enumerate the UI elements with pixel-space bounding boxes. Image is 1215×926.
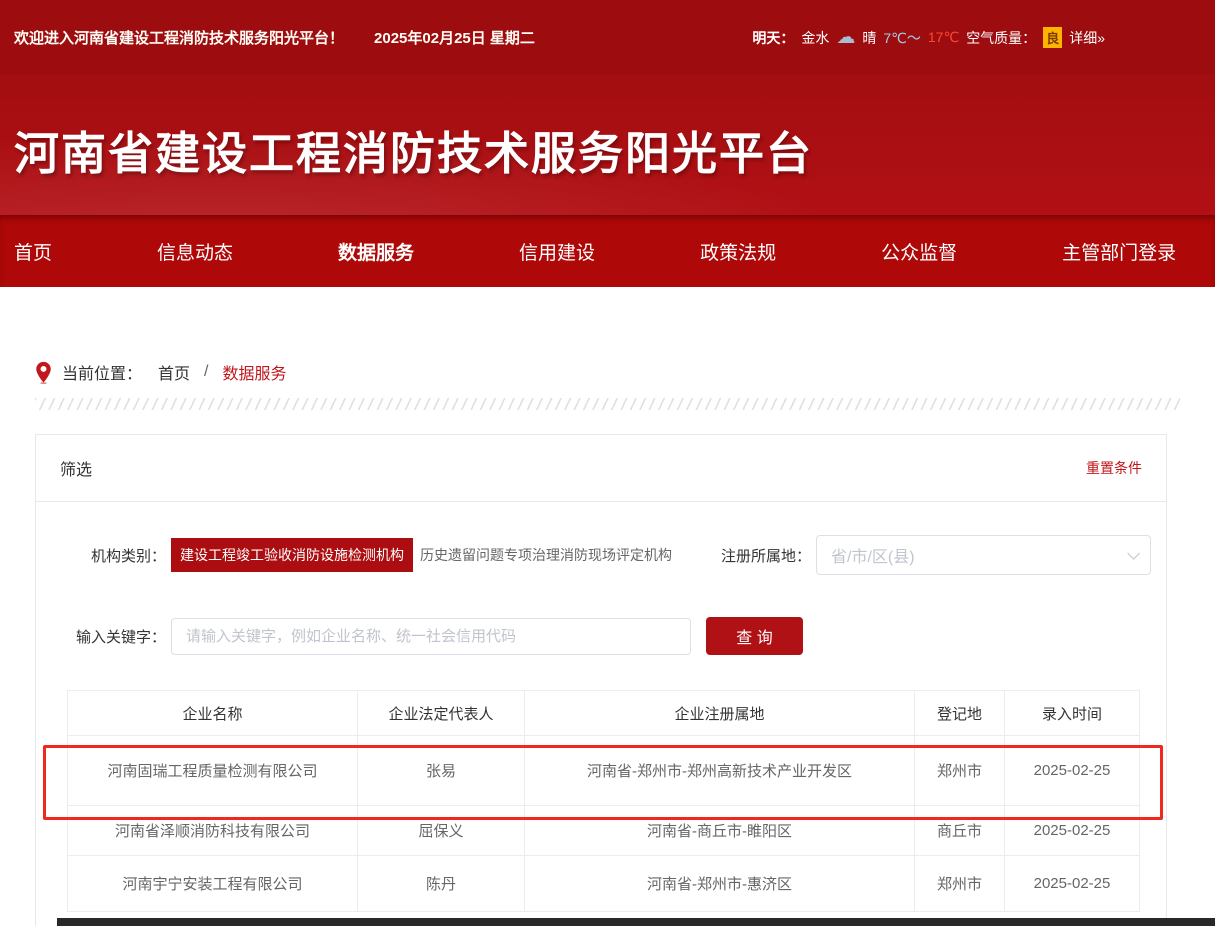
cell-company-name: 河南省泽顺消防科技有限公司 — [68, 806, 358, 856]
temp-low: 7℃～ — [883, 28, 921, 48]
cell-entry-date: 2025-02-25 — [1005, 736, 1140, 806]
filter-row-keyword: 输入关键字： 查 询 — [36, 617, 1166, 655]
main-nav: 首页 信息动态 数据服务 信用建设 政策法规 公众监督 主管部门登录 — [0, 215, 1215, 287]
breadcrumb-separator: / — [204, 363, 208, 381]
region-select[interactable]: 省/市/区(县) — [816, 535, 1151, 575]
search-button[interactable]: 查 询 — [706, 617, 803, 655]
table-row-guorui[interactable]: 河南固瑞工程质量检测有限公司 张易 河南省-郑州市-郑州高新技术产业开发区 郑州… — [68, 736, 1140, 806]
air-quality-label: 空气质量： — [966, 28, 1036, 48]
cell-legal-representative: 张易 — [358, 736, 525, 806]
weather-condition: 晴 — [862, 28, 876, 48]
filter-card-header: 筛选 重置条件 — [36, 435, 1166, 502]
reset-filters-link[interactable]: 重置条件 — [1086, 458, 1142, 478]
location-pin-icon — [35, 361, 52, 384]
keyword-label: 输入关键字： — [36, 626, 166, 647]
cell-registration-place: 商丘市 — [915, 806, 1005, 856]
cell-entry-date: 2025-02-25 — [1005, 806, 1140, 856]
nav-item-policy[interactable]: 政策法规 — [700, 238, 776, 265]
nav-item-data-service[interactable]: 数据服务 — [338, 238, 414, 265]
cell-entry-date: 2025-02-25 — [1005, 856, 1140, 912]
cell-registered-address: 河南省-郑州市-惠济区 — [525, 856, 915, 912]
category-option-inspection-agency[interactable]: 建设工程竣工验收消防设施检测机构 — [171, 538, 413, 572]
cloud-icon: ☁ — [836, 28, 855, 47]
site-title: 河南省建设工程消防技术服务阳光平台 — [0, 75, 1215, 182]
cell-registered-address: 河南省-郑州市-郑州高新技术产业开发区 — [525, 736, 915, 806]
footer-bar — [57, 918, 1215, 926]
cell-legal-representative: 屈保义 — [358, 806, 525, 856]
date-text: 2025年02月25日 星期二 — [374, 27, 535, 48]
cell-registration-place: 郑州市 — [915, 856, 1005, 912]
table-header-row: 企业名称 企业法定代表人 企业注册属地 登记地 录入时间 — [68, 691, 1140, 736]
breadcrumb-current: 数据服务 — [222, 360, 286, 384]
temp-high: 17℃ — [928, 29, 959, 46]
cell-legal-representative: 陈丹 — [358, 856, 525, 912]
table-row-zeshun[interactable]: 河南省泽顺消防科技有限公司 屈保义 河南省-商丘市-睢阳区 商丘市 2025-0… — [68, 806, 1140, 856]
cell-registration-place: 郑州市 — [915, 736, 1005, 806]
filter-row-category: 机构类别： 建设工程竣工验收消防设施检测机构 历史遗留问题专项治理消防现场评定机… — [36, 535, 1166, 575]
site-banner: 河南省建设工程消防技术服务阳光平台 — [0, 75, 1215, 215]
cell-company-name: 河南固瑞工程质量检测有限公司 — [68, 736, 358, 806]
region-group: 注册所属地： 省/市/区(县) — [681, 535, 1151, 575]
weather-district-link[interactable]: 金水 — [801, 28, 829, 48]
col-legal-representative: 企业法定代表人 — [358, 691, 525, 736]
category-option-assessment-agency[interactable]: 历史遗留问题专项治理消防现场评定机构 — [418, 538, 681, 572]
category-label: 机构类别： — [36, 545, 166, 566]
weather-detail-link[interactable]: 详细» — [1069, 28, 1105, 48]
chevron-down-icon — [1127, 547, 1140, 560]
col-registered-address: 企业注册属地 — [525, 691, 915, 736]
col-entry-date: 录入时间 — [1005, 691, 1140, 736]
nav-item-supervision[interactable]: 公众监督 — [881, 238, 957, 265]
col-registration-place: 登记地 — [915, 691, 1005, 736]
nav-item-home[interactable]: 首页 — [14, 238, 52, 265]
region-label: 注册所属地： — [681, 545, 811, 566]
filter-card: 筛选 重置条件 机构类别： 建设工程竣工验收消防设施检测机构 历史遗留问题专项治… — [35, 434, 1167, 926]
nav-item-admin-login[interactable]: 主管部门登录 — [1062, 238, 1176, 265]
cell-registered-address: 河南省-商丘市-睢阳区 — [525, 806, 915, 856]
nav-item-credit[interactable]: 信用建设 — [519, 238, 595, 265]
nav-item-news[interactable]: 信息动态 — [157, 238, 233, 265]
welcome-text: 欢迎进入河南省建设工程消防技术服务阳光平台！ — [14, 27, 344, 48]
weather-widget: 明天： 金水 ☁ 晴 7℃～ 17℃ 空气质量： 良 详细» — [752, 27, 1105, 48]
breadcrumb-label: 当前位置： — [62, 360, 142, 384]
filter-title: 筛选 — [60, 456, 92, 480]
region-select-placeholder: 省/市/区(县) — [831, 543, 1127, 567]
keyword-input[interactable] — [171, 618, 691, 655]
slash-divider — [35, 398, 1180, 410]
breadcrumb-home-link[interactable]: 首页 — [158, 360, 190, 384]
table-row-yuning[interactable]: 河南宇宁安装工程有限公司 陈丹 河南省-郑州市-惠济区 郑州市 2025-02-… — [68, 856, 1140, 912]
top-bar: 欢迎进入河南省建设工程消防技术服务阳光平台！ 2025年02月25日 星期二 明… — [0, 0, 1215, 75]
air-quality-badge: 良 — [1043, 27, 1062, 48]
breadcrumb: 当前位置： 首页 / 数据服务 — [35, 360, 1215, 384]
results-table: 企业名称 企业法定代表人 企业注册属地 登记地 录入时间 河南固瑞工程质量检测有… — [67, 690, 1140, 912]
cell-company-name: 河南宇宁安装工程有限公司 — [68, 856, 358, 912]
col-company-name: 企业名称 — [68, 691, 358, 736]
weather-tomorrow-label: 明天： — [752, 28, 794, 48]
